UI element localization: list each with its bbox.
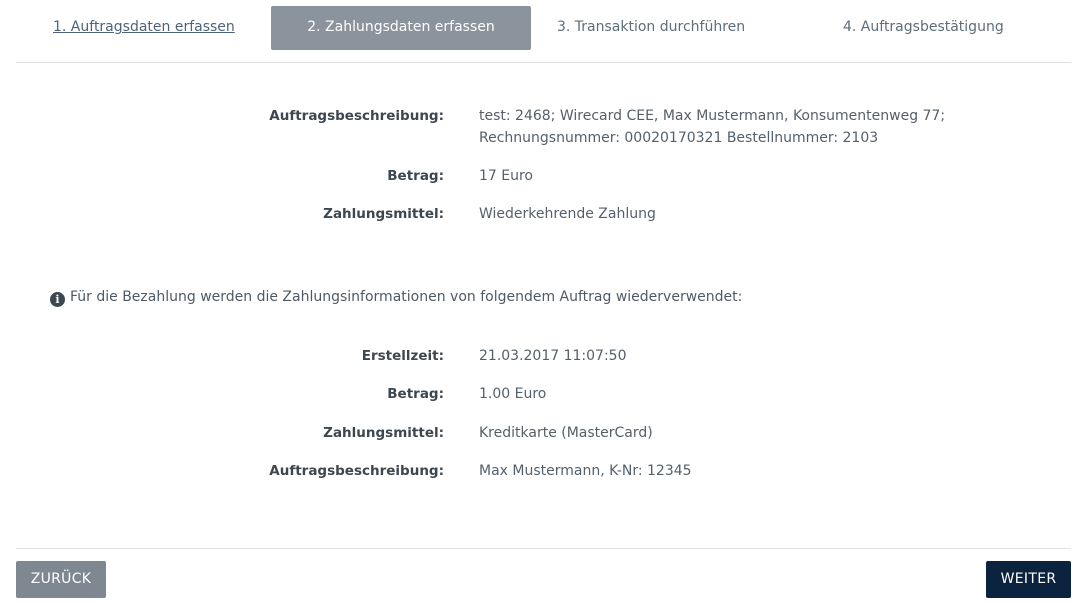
order-description-line1: test: 2468; Wirecard CEE, Max Mustermann… <box>479 108 946 124</box>
previous-created-value: 21.03.2017 11:07:50 <box>479 348 627 364</box>
order-description-row: Auftragsbeschreibung: test: 2468; Wireca… <box>16 105 1071 149</box>
order-payment-value: Wiederkehrende Zahlung <box>479 206 656 222</box>
order-amount-label: Betrag: <box>387 168 444 184</box>
previous-description-value: Max Mustermann, K-Nr: 12345 <box>479 463 692 479</box>
divider-top <box>16 62 1071 63</box>
order-amount-value: 17 Euro <box>479 168 533 184</box>
checkout-stepper: 1. Auftragsdaten erfassen 2. Zahlungsdat… <box>16 6 1071 50</box>
step-order-data[interactable]: 1. Auftragsdaten erfassen <box>53 6 235 50</box>
previous-amount-value: 1.00 Euro <box>479 386 547 402</box>
previous-description-label: Auftragsbeschreibung: <box>269 463 444 479</box>
divider-bottom <box>16 548 1071 549</box>
info-circle-icon: i <box>50 292 65 307</box>
previous-amount-label: Betrag: <box>387 386 444 402</box>
order-description-line2: Rechnungsnummer: 00020170321 Bestellnumm… <box>479 130 879 146</box>
step-transaction: 3. Transaktion durchführen <box>557 19 746 35</box>
step-confirmation: 4. Auftragsbestätigung <box>843 19 1004 35</box>
step-payment-data: 2. Zahlungsdaten erfassen <box>271 6 531 50</box>
reuse-info-notice: i Für die Bezahlung werden die Zahlungsin… <box>50 286 742 308</box>
reuse-info-text: Für die Bezahlung werden die Zahlungsinf… <box>70 289 743 305</box>
next-button[interactable]: WEITER <box>986 561 1071 598</box>
order-description-value: test: 2468; Wirecard CEE, Max Mustermann… <box>479 105 1059 149</box>
previous-created-label: Erstellzeit: <box>361 348 444 364</box>
previous-payment-value: Kreditkarte (MasterCard) <box>479 425 653 441</box>
back-button[interactable]: ZURÜCK <box>16 561 106 598</box>
previous-payment-label: Zahlungsmittel: <box>323 425 444 441</box>
order-payment-label: Zahlungsmittel: <box>323 206 444 222</box>
order-description-label: Auftragsbeschreibung: <box>269 108 444 124</box>
